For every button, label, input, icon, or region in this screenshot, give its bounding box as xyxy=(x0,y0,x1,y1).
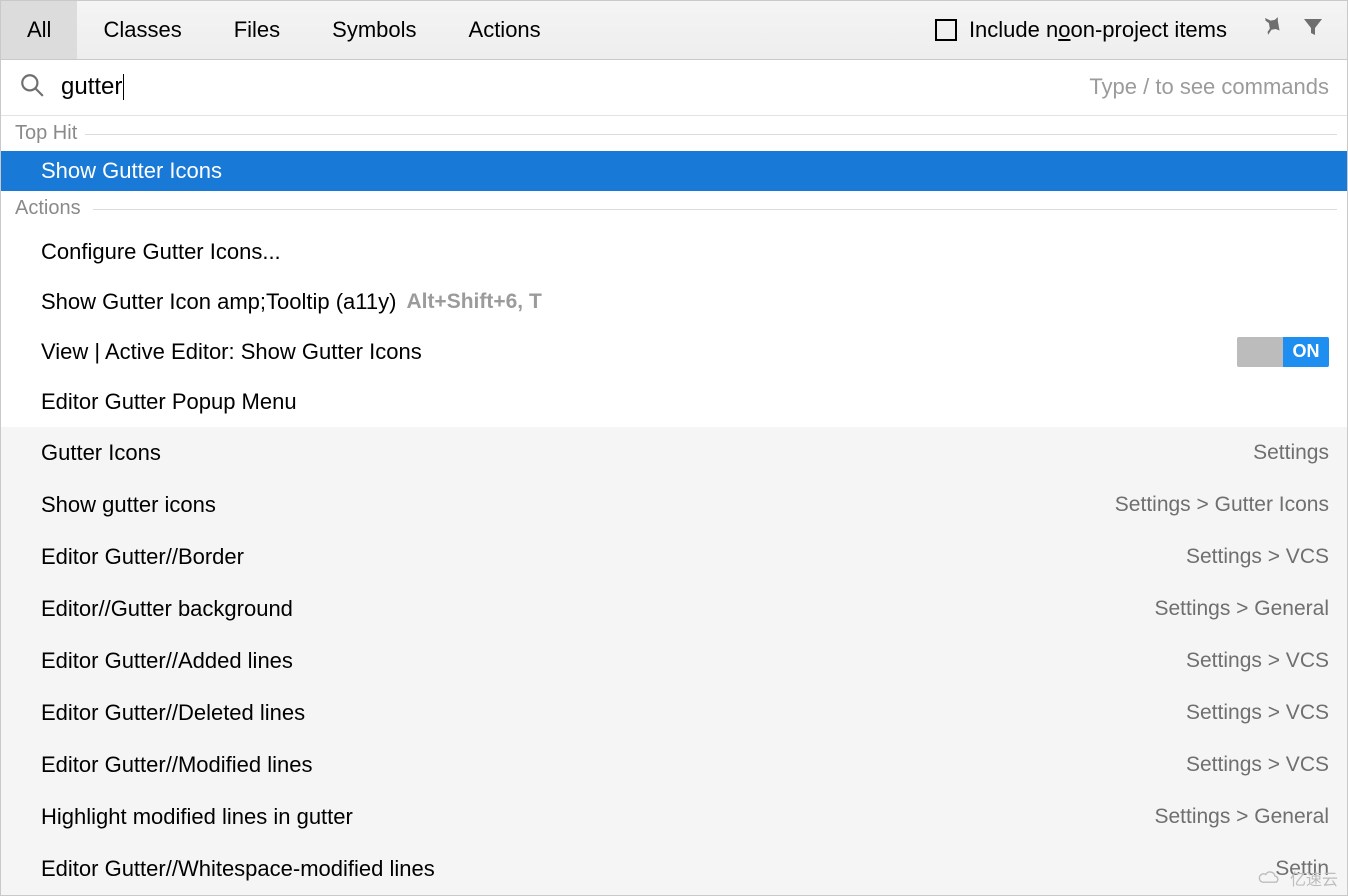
toolbar-icons xyxy=(1237,1,1347,59)
result-location: Settings > VCS xyxy=(1186,701,1329,725)
result-label: Show gutter icons xyxy=(41,492,216,518)
include-nonproject-label: Include noon-project items xyxy=(969,17,1227,43)
action-configure-gutter-icons[interactable]: Configure Gutter Icons... xyxy=(1,226,1347,277)
settings-results-group: Gutter Icons Settings Show gutter icons … xyxy=(1,427,1347,895)
result-label: Editor Gutter//Border xyxy=(41,544,244,570)
action-highlight-modified-gutter[interactable]: Highlight modified lines in gutter Setti… xyxy=(1,791,1347,843)
pin-icon[interactable] xyxy=(1259,15,1283,44)
result-location: Settings xyxy=(1253,441,1329,465)
cloud-icon xyxy=(1256,869,1284,887)
result-location: Settings > VCS xyxy=(1186,545,1329,569)
result-label: Editor Gutter//Modified lines xyxy=(41,752,312,778)
action-editor-gutter-background[interactable]: Editor//Gutter background Settings > Gen… xyxy=(1,583,1347,635)
toggle-on[interactable]: ON xyxy=(1237,337,1329,367)
section-actions: Actions xyxy=(1,191,1347,226)
result-label: Editor Gutter Popup Menu xyxy=(41,389,297,415)
filter-icon[interactable] xyxy=(1301,15,1325,44)
text-caret xyxy=(123,74,124,100)
tab-bar: All Classes Files Symbols Actions Includ… xyxy=(1,1,1347,60)
action-editor-gutter-added[interactable]: Editor Gutter//Added lines Settings > VC… xyxy=(1,635,1347,687)
search-everywhere-popup: All Classes Files Symbols Actions Includ… xyxy=(0,0,1348,896)
action-gutter-icons-settings[interactable]: Gutter Icons Settings xyxy=(1,427,1347,479)
result-label: Highlight modified lines in gutter xyxy=(41,804,353,830)
result-label: Gutter Icons xyxy=(41,440,161,466)
result-location: Settings > Gutter Icons xyxy=(1115,493,1329,517)
result-location: Settings > VCS xyxy=(1186,649,1329,673)
result-location: Settings > General xyxy=(1154,805,1329,829)
result-location: Settings > VCS xyxy=(1186,753,1329,777)
tab-all[interactable]: All xyxy=(1,1,77,59)
action-editor-gutter-border[interactable]: Editor Gutter//Border Settings > VCS xyxy=(1,531,1347,583)
action-editor-gutter-modified[interactable]: Editor Gutter//Modified lines Settings >… xyxy=(1,739,1347,791)
checkbox-empty-icon xyxy=(935,19,957,41)
result-label: Editor Gutter//Whitespace-modified lines xyxy=(41,856,435,882)
result-label: Editor Gutter//Deleted lines xyxy=(41,700,305,726)
search-row: gutter Type / to see commands xyxy=(1,60,1347,117)
search-icon xyxy=(19,72,45,103)
result-label: Configure Gutter Icons... xyxy=(41,239,281,265)
action-editor-gutter-deleted[interactable]: Editor Gutter//Deleted lines Settings > … xyxy=(1,687,1347,739)
tab-files[interactable]: Files xyxy=(208,1,306,59)
action-show-gutter-tooltip[interactable]: Show Gutter Icon amp;Tooltip (a11y) Alt+… xyxy=(1,277,1347,328)
action-editor-gutter-whitespace[interactable]: Editor Gutter//Whitespace-modified lines… xyxy=(1,843,1347,895)
result-label: Show Gutter Icon amp;Tooltip (a11y) xyxy=(41,289,396,315)
tab-classes[interactable]: Classes xyxy=(77,1,207,59)
search-input[interactable]: gutter xyxy=(61,73,1073,101)
result-label: Editor Gutter//Added lines xyxy=(41,648,293,674)
action-gutter-popup-menu[interactable]: Editor Gutter Popup Menu xyxy=(1,376,1347,427)
shortcut-label: Alt+Shift+6, T xyxy=(406,290,541,314)
section-top-hit: Top Hit xyxy=(1,116,1347,151)
action-view-show-gutter-icons[interactable]: View | Active Editor: Show Gutter Icons … xyxy=(1,328,1347,377)
search-hint: Type / to see commands xyxy=(1089,74,1329,100)
include-nonproject-checkbox[interactable]: Include noon-project items xyxy=(935,1,1237,59)
action-show-gutter-icons-setting[interactable]: Show gutter icons Settings > Gutter Icon… xyxy=(1,479,1347,531)
result-top-hit[interactable]: Show Gutter Icons xyxy=(1,151,1347,191)
tab-symbols[interactable]: Symbols xyxy=(306,1,442,59)
tab-actions[interactable]: Actions xyxy=(443,1,567,59)
result-label: Editor//Gutter background xyxy=(41,596,293,622)
tabs: All Classes Files Symbols Actions xyxy=(1,1,567,59)
result-location: Settings > General xyxy=(1154,597,1329,621)
result-label: Show Gutter Icons xyxy=(41,158,222,184)
watermark: 亿速云 xyxy=(1256,866,1338,890)
result-label: View | Active Editor: Show Gutter Icons xyxy=(41,339,422,365)
